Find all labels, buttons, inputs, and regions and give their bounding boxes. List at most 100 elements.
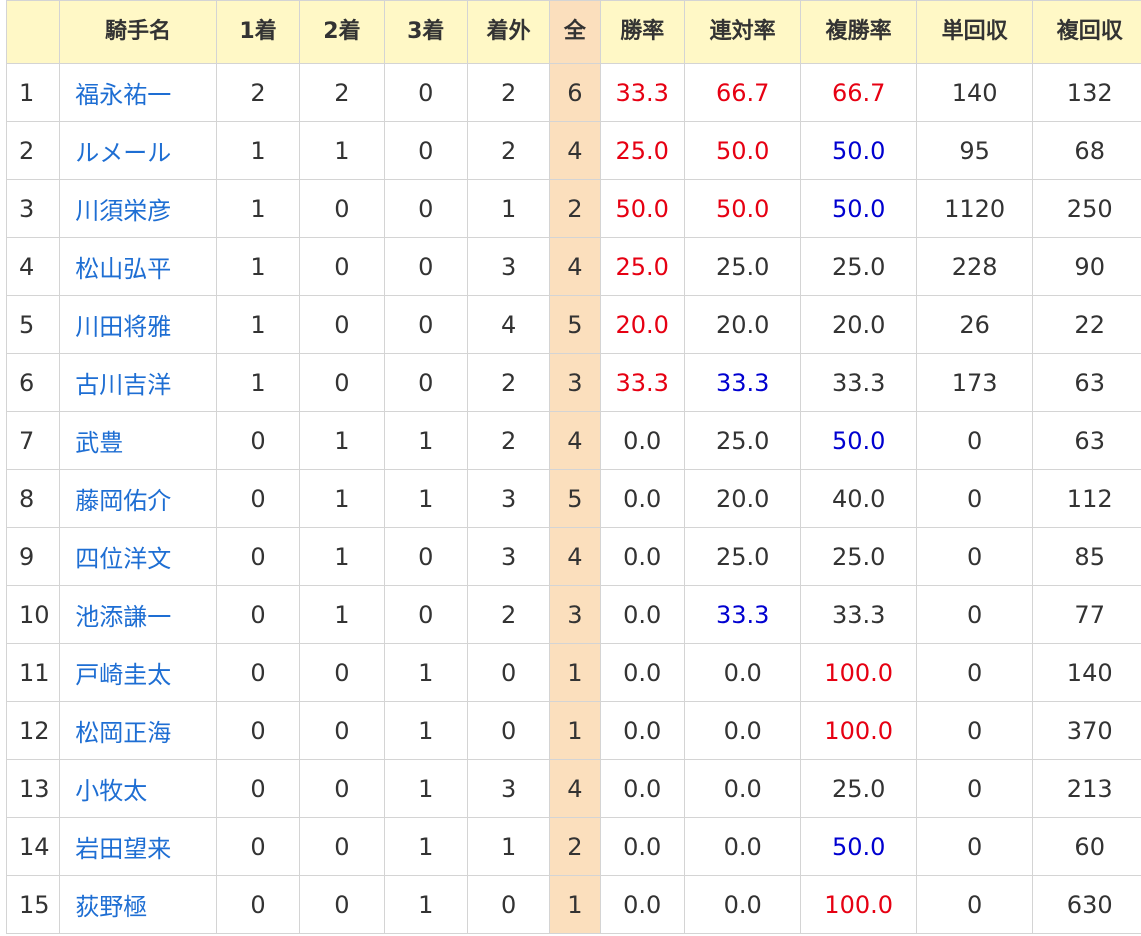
jockey-link[interactable]: 戸崎圭太 (75, 661, 171, 689)
jockey-link[interactable]: 川田将雅 (75, 313, 171, 341)
cell-total: 4 (549, 121, 601, 180)
cell-total: 4 (549, 527, 601, 586)
table-row: 4 松山弘平 1 0 0 3 4 25.0 25.0 25.0 228 90 (5, 237, 1141, 296)
table-row: 8 藤岡佑介 0 1 1 3 5 0.0 20.0 40.0 0 112 (5, 469, 1141, 528)
header-win-return[interactable]: 単回収 (915, 0, 1034, 64)
cell-total: 5 (549, 295, 601, 354)
cell-place-rate: 50.0 (800, 411, 917, 470)
jockey-link[interactable]: 福永祐一 (75, 81, 171, 109)
cell-jockey-name: 四位洋文 (59, 527, 217, 586)
header-total[interactable]: 全 (549, 0, 601, 64)
jockey-link[interactable]: 武豊 (75, 429, 123, 457)
cell-place-rate: 40.0 (800, 469, 917, 528)
jockey-link[interactable]: 松山弘平 (75, 255, 171, 283)
table-row: 15 荻野極 0 0 1 0 1 0.0 0.0 100.0 0 630 (5, 875, 1141, 934)
cell-third: 1 (383, 469, 468, 528)
header-win-rate[interactable]: 勝率 (599, 0, 685, 64)
cell-win-return: 1120 (915, 179, 1034, 238)
cell-total: 6 (549, 63, 601, 122)
jockey-link[interactable]: 岩田望来 (75, 835, 171, 863)
cell-win-return: 0 (915, 411, 1034, 470)
cell-place-return: 140 (1032, 643, 1141, 702)
table-row: 11 戸崎圭太 0 0 1 0 1 0.0 0.0 100.0 0 140 (5, 643, 1141, 702)
cell-win-return: 0 (915, 643, 1034, 702)
cell-place-return: 112 (1032, 469, 1141, 528)
cell-second: 0 (299, 353, 385, 412)
cell-other: 2 (466, 353, 551, 412)
cell-jockey-name: 岩田望来 (59, 817, 217, 876)
jockey-link[interactable]: 四位洋文 (75, 545, 171, 573)
cell-place-rate: 33.3 (800, 585, 917, 644)
cell-place-return: 370 (1032, 701, 1141, 760)
cell-jockey-name: 藤岡佑介 (59, 469, 217, 528)
header-third[interactable]: 3着 (383, 0, 468, 64)
header-second[interactable]: 2着 (299, 0, 385, 64)
jockey-link[interactable]: 川須栄彦 (75, 197, 171, 225)
cell-place-rate: 66.7 (800, 63, 917, 122)
cell-rank: 6 (5, 353, 61, 412)
cell-jockey-name: 福永祐一 (59, 63, 217, 122)
cell-third: 1 (383, 701, 468, 760)
table-row: 1 福永祐一 2 2 0 2 6 33.3 66.7 66.7 140 132 (5, 63, 1141, 122)
table-body: 1 福永祐一 2 2 0 2 6 33.3 66.7 66.7 140 132 2 ルメール 1 1 0 2 4 25… (5, 63, 1141, 934)
cell-second: 2 (299, 63, 385, 122)
cell-second: 0 (299, 179, 385, 238)
cell-place-return: 22 (1032, 295, 1141, 354)
cell-place-rate: 100.0 (800, 701, 917, 760)
cell-place-rate: 50.0 (800, 121, 917, 180)
cell-quinella-rate: 33.3 (683, 585, 802, 644)
table-row: 5 川田将雅 1 0 0 4 5 20.0 20.0 20.0 26 22 (5, 295, 1141, 354)
cell-quinella-rate: 0.0 (683, 701, 802, 760)
cell-other: 3 (466, 469, 551, 528)
header-row: 騎手名 1着 2着 3着 着外 全 勝率 連対率 複勝率 単回収 複回収 (5, 0, 1141, 64)
cell-place-rate: 50.0 (800, 179, 917, 238)
jockey-link[interactable]: 荻野極 (75, 893, 147, 921)
cell-win-return: 228 (915, 237, 1034, 296)
cell-jockey-name: 池添謙一 (59, 585, 217, 644)
cell-first: 0 (215, 701, 301, 760)
header-other[interactable]: 着外 (466, 0, 551, 64)
cell-quinella-rate: 25.0 (683, 237, 802, 296)
cell-rank: 14 (5, 817, 61, 876)
cell-win-return: 173 (915, 353, 1034, 412)
cell-win-rate: 0.0 (599, 411, 685, 470)
cell-rank: 5 (5, 295, 61, 354)
cell-third: 0 (383, 527, 468, 586)
header-place-rate[interactable]: 複勝率 (800, 0, 917, 64)
jockey-stats-table: 騎手名 1着 2着 3着 着外 全 勝率 連対率 複勝率 単回収 複回収 1 福永… (5, 0, 1141, 934)
header-rank (5, 0, 61, 64)
jockey-link[interactable]: 小牧太 (75, 777, 147, 805)
cell-third: 1 (383, 643, 468, 702)
cell-other: 2 (466, 63, 551, 122)
header-jockey-name[interactable]: 騎手名 (59, 0, 217, 64)
header-place-return[interactable]: 複回収 (1032, 0, 1141, 64)
cell-quinella-rate: 0.0 (683, 643, 802, 702)
cell-place-rate: 25.0 (800, 527, 917, 586)
jockey-link[interactable]: 藤岡佑介 (75, 487, 171, 515)
cell-place-rate: 25.0 (800, 759, 917, 818)
cell-quinella-rate: 25.0 (683, 411, 802, 470)
cell-third: 0 (383, 63, 468, 122)
header-quinella-rate[interactable]: 連対率 (683, 0, 802, 64)
jockey-link[interactable]: ルメール (75, 139, 171, 167)
cell-win-rate: 0.0 (599, 875, 685, 934)
cell-third: 0 (383, 585, 468, 644)
cell-quinella-rate: 0.0 (683, 875, 802, 934)
cell-rank: 4 (5, 237, 61, 296)
cell-second: 0 (299, 875, 385, 934)
jockey-link[interactable]: 松岡正海 (75, 719, 171, 747)
cell-win-return: 95 (915, 121, 1034, 180)
cell-other: 3 (466, 759, 551, 818)
cell-first: 2 (215, 63, 301, 122)
cell-place-rate: 100.0 (800, 643, 917, 702)
cell-quinella-rate: 20.0 (683, 295, 802, 354)
cell-place-return: 77 (1032, 585, 1141, 644)
cell-place-return: 63 (1032, 353, 1141, 412)
jockey-link[interactable]: 池添謙一 (75, 603, 171, 631)
header-first[interactable]: 1着 (215, 0, 301, 64)
jockey-link[interactable]: 古川吉洋 (75, 371, 171, 399)
cell-total: 4 (549, 759, 601, 818)
cell-quinella-rate: 66.7 (683, 63, 802, 122)
cell-place-return: 213 (1032, 759, 1141, 818)
cell-rank: 3 (5, 179, 61, 238)
